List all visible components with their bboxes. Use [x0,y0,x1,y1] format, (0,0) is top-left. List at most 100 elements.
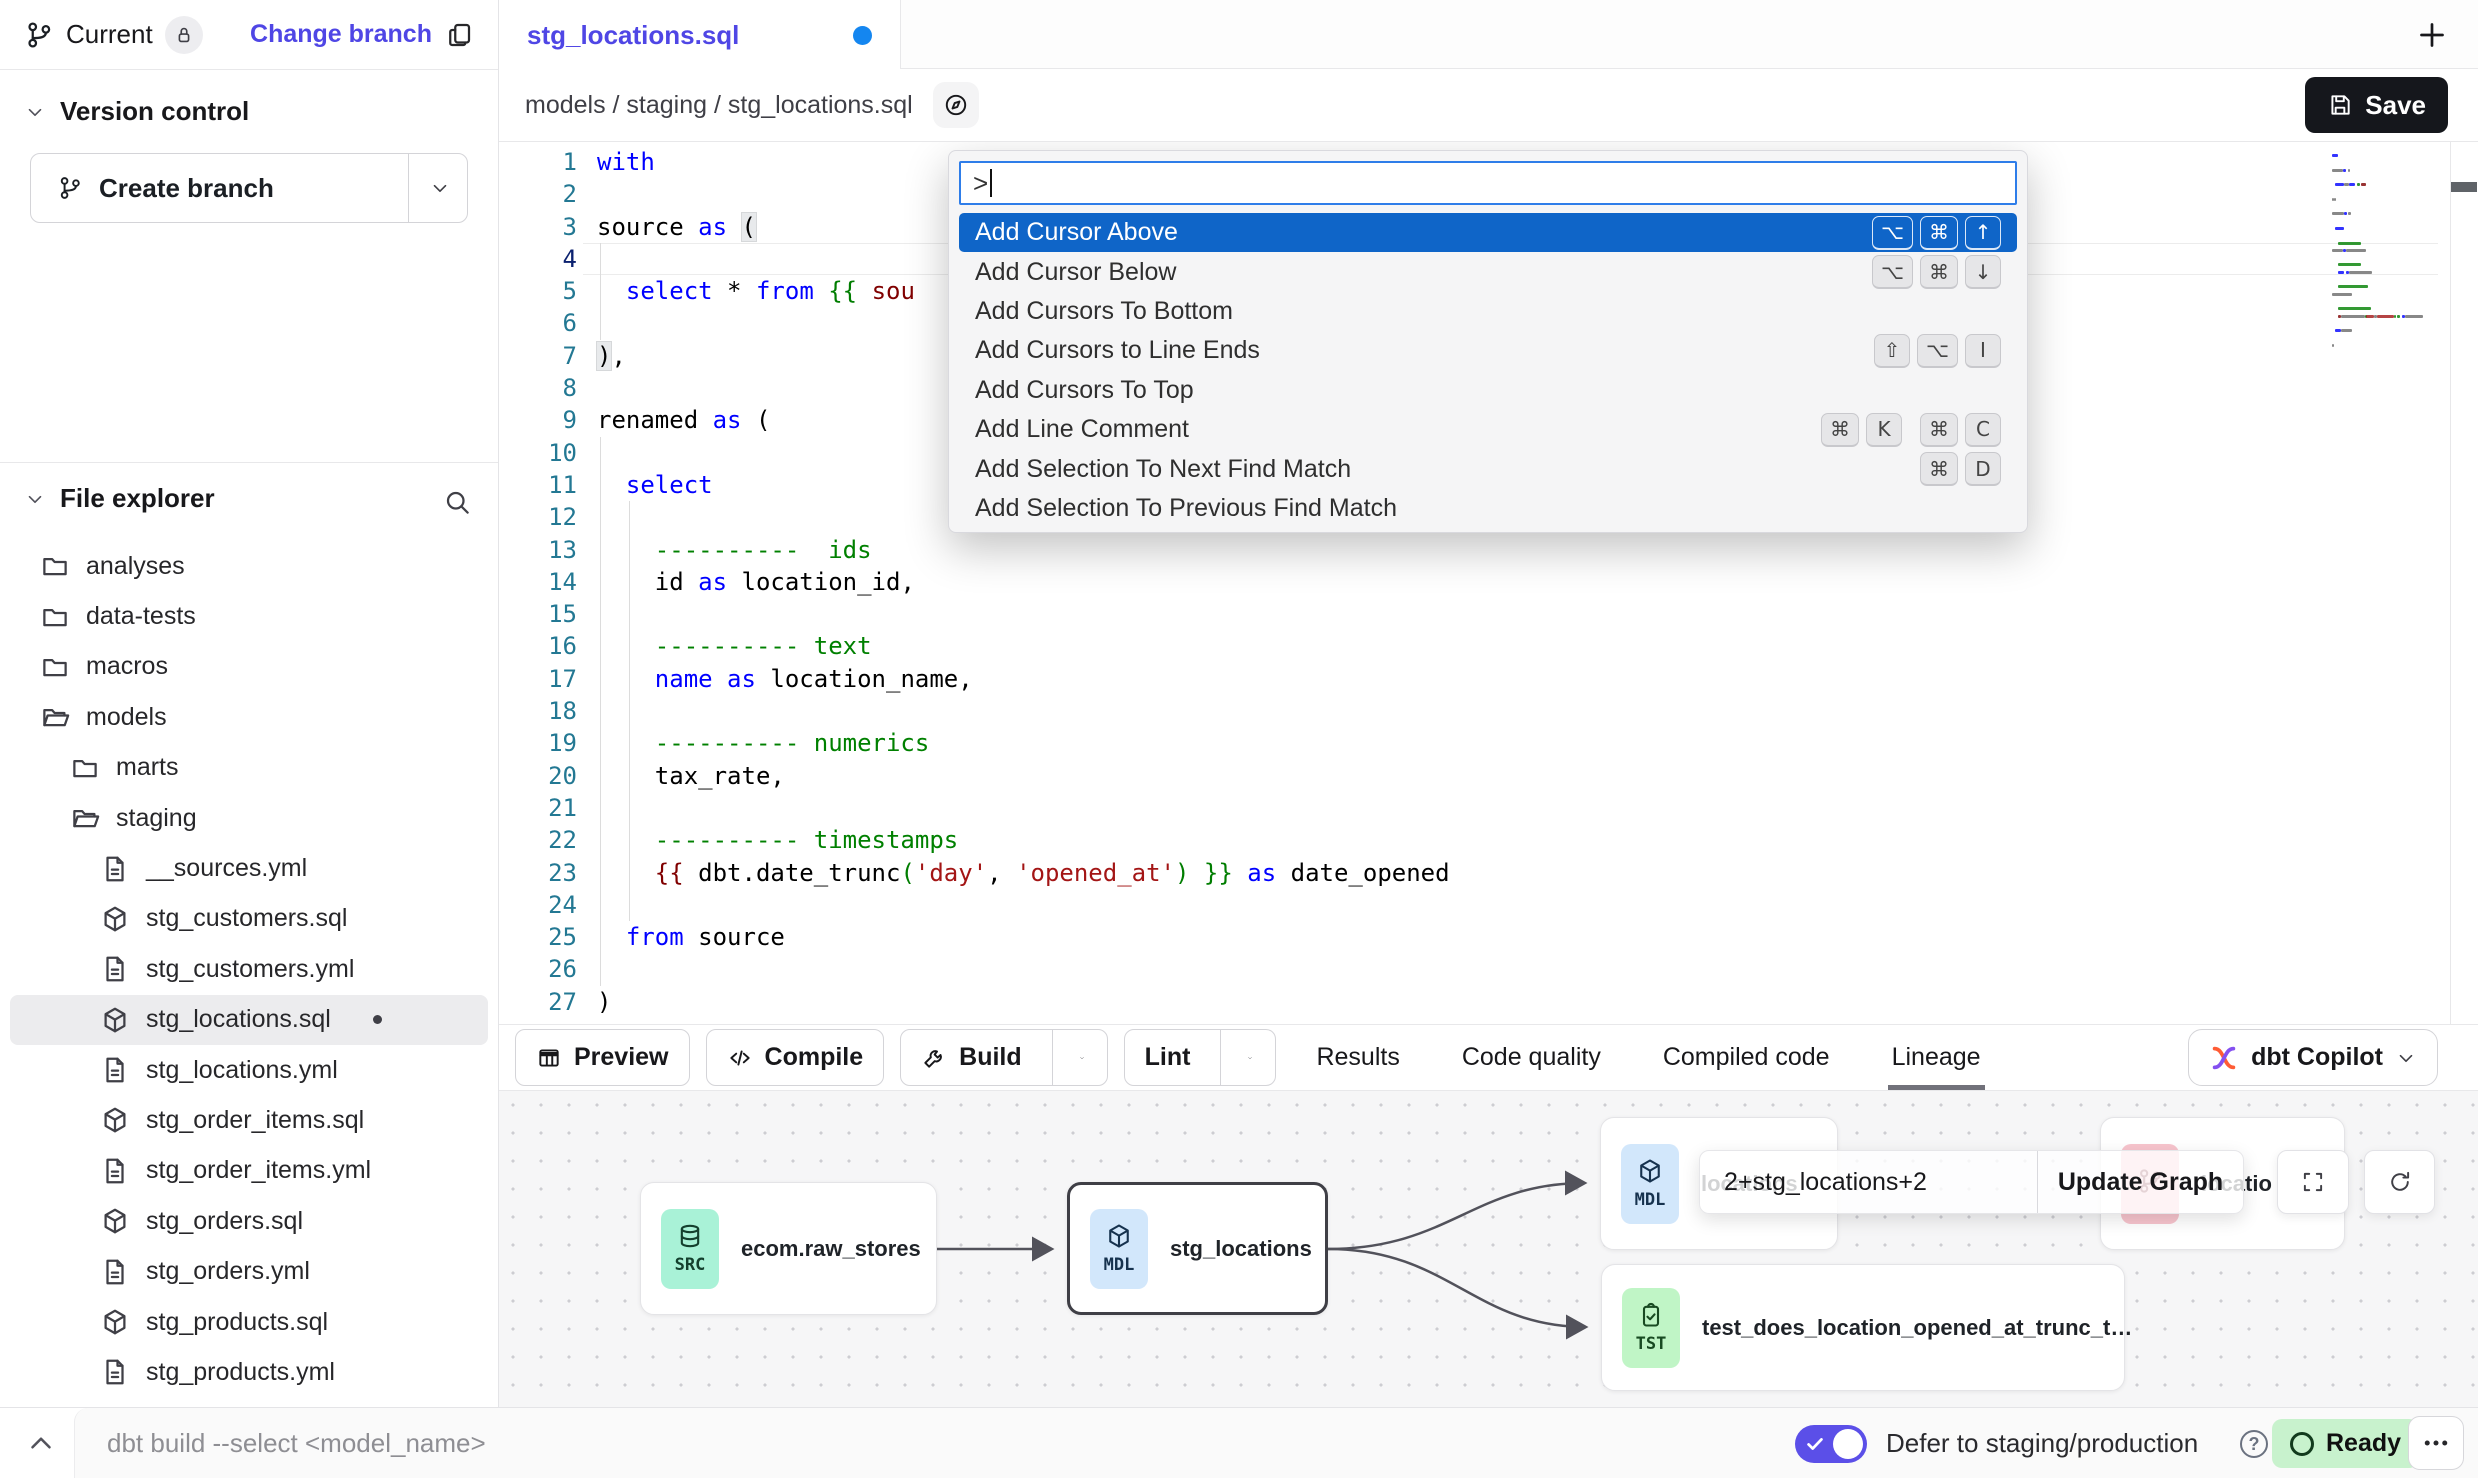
tab-results[interactable]: Results [1316,1025,1399,1090]
model-badge: MDL [1090,1209,1148,1289]
code-line: ---------- numerics [597,727,1450,759]
command-item[interactable]: Add Cursors To Top [959,371,2017,410]
line-number: 23 [499,857,577,889]
command-item[interactable]: Add Cursor Below ⌥⌘↓ [959,252,2017,291]
chevron-down-icon[interactable] [1065,1047,1087,1069]
file-row-analyses[interactable]: analyses [10,541,488,591]
lineage-canvas[interactable]: SRC ecom.raw_stores MDL stg_locations MD… [499,1091,2478,1407]
status-ring-icon [2290,1432,2314,1456]
search-icon[interactable] [442,487,472,517]
file-row-marts[interactable]: marts [10,743,488,793]
tab-compiled-code[interactable]: Compiled code [1663,1025,1830,1090]
file-row-stg_locations.sql[interactable]: stg_locations.sql [10,995,488,1045]
line-number: 5 [499,275,577,307]
overview-ruler[interactable] [2450,142,2478,1024]
copy-icon[interactable] [444,20,474,50]
defer-toggle[interactable] [1795,1425,1867,1463]
line-number: 19 [499,727,577,759]
fullscreen-button[interactable] [2277,1150,2349,1214]
code-editor[interactable]: 1234567891011121314151617181920212223242… [499,142,2478,1024]
line-number: 15 [499,598,577,630]
chevron-down-icon [24,101,46,123]
create-branch-button[interactable]: Create branch [30,153,468,223]
file-label: __sources.yml [146,854,307,883]
refresh-button[interactable] [2364,1150,2435,1214]
command-item[interactable]: Add Line Comment⌘K⌘C [959,410,2017,449]
file-row-staging[interactable]: staging [10,793,488,843]
code-line: {{ dbt.date_trunc('day', 'opened_at') }}… [597,857,1450,889]
button-label: Compile [765,1043,864,1072]
command-item[interactable]: Add Selection To Next Find Match⌘D [959,449,2017,488]
file-row-__sources.yml[interactable]: __sources.yml [10,843,488,893]
lint-button[interactable]: Lint [1124,1029,1277,1086]
minimap-line [2332,203,2428,210]
minimap[interactable] [2332,152,2428,349]
file-row-stg_orders.sql[interactable]: stg_orders.sql [10,1196,488,1246]
dbt-copilot-button[interactable]: dbt Copilot [2188,1029,2438,1086]
save-button[interactable]: Save [2305,77,2448,133]
code-line [597,953,1450,985]
file-row-stg_order_items.sql[interactable]: stg_order_items.sql [10,1095,488,1145]
command-palette-input[interactable]: > [959,161,2017,205]
file-label: stg_orders.yml [146,1257,310,1286]
button-label: Lint [1145,1043,1191,1072]
text-cursor [990,169,992,197]
command-item[interactable]: Add Cursors To Bottom [959,292,2017,331]
line-number: 17 [499,663,577,695]
chevron-down-icon[interactable] [1233,1047,1255,1069]
update-graph-button[interactable]: Update Graph [2038,1168,2243,1197]
lineage-selector-input[interactable]: 2+stg_locations+2 [1700,1151,2037,1213]
file-row-models[interactable]: models [10,692,488,742]
version-control-header[interactable]: Version control [0,96,498,127]
file-row-stg_order_items.yml[interactable]: stg_order_items.yml [10,1146,488,1196]
build-button[interactable]: Build [900,1029,1108,1086]
line-number: 25 [499,921,577,953]
file-label: models [86,703,167,732]
folder-open-icon [40,702,70,732]
file-explorer-section: File explorer analysesdata-testsmacros mo… [0,462,498,1407]
code-line [597,695,1450,727]
change-branch-link[interactable]: Change branch [250,20,432,49]
panel-toolbar: Preview Compile Build Lint Results Code qual… [499,1024,2478,1091]
editor-tab-stg-locations[interactable]: stg_locations.sql [499,0,901,70]
lineage-node-stg-locations[interactable]: MDL stg_locations [1067,1182,1328,1315]
more-options-button[interactable] [2408,1416,2464,1470]
compile-button[interactable]: Compile [706,1029,885,1086]
file-row-stg_orders.yml[interactable]: stg_orders.yml [10,1246,488,1296]
expand-command-bar-button[interactable] [24,1426,58,1460]
minimap-line [2332,240,2428,247]
cube-icon [1105,1222,1133,1250]
sidebar: Current Change branch Version control Cr… [0,0,499,1407]
file-row-stg_locations.yml[interactable]: stg_locations.yml [10,1045,488,1095]
file-explorer-header[interactable]: File explorer [0,483,498,514]
tab-code-quality[interactable]: Code quality [1462,1025,1601,1090]
tab-lineage[interactable]: Lineage [1892,1025,1981,1090]
file-row-macros[interactable]: macros [10,642,488,692]
file-row-stg_products.sql[interactable]: stg_products.sql [10,1297,488,1347]
file-row-stg_customers.yml[interactable]: stg_customers.yml [10,944,488,994]
keyboard-shortcut: ⌥⌘↓ [1872,255,2001,289]
folder-icon [40,652,70,682]
file-row-stg_customers.sql[interactable]: stg_customers.sql [10,894,488,944]
command-item[interactable]: Add Cursor Above⌥⌘↑ [959,213,2017,252]
command-label: Add Cursor Below [975,258,1176,287]
minimap-line [2332,254,2428,261]
preview-button[interactable]: Preview [515,1029,690,1086]
file-row-data-tests[interactable]: data-tests [10,591,488,641]
minimap-line [2332,210,2428,217]
navigate-button[interactable] [933,82,979,128]
command-item[interactable]: Add Cursors to Line Ends⇧⌥I [959,331,2017,370]
file-row-stg_products.yml[interactable]: stg_products.yml [10,1347,488,1397]
status-badge-ready[interactable]: Ready [2272,1419,2419,1468]
help-icon[interactable]: ? [2240,1430,2268,1458]
node-label: test_does_location_opened_at_trunc_t… [1702,1315,2132,1341]
lineage-node-test[interactable]: TST test_does_location_opened_at_trunc_t… [1601,1264,2125,1391]
keyboard-shortcut: ⌘K⌘C [1821,413,2001,447]
node-label: stg_locations [1170,1236,1312,1262]
new-tab-button[interactable] [2414,17,2450,53]
lineage-node-source[interactable]: SRC ecom.raw_stores [640,1182,937,1315]
chevron-down-icon [24,488,46,510]
command-item[interactable]: Add Selection To Previous Find Match [959,489,2017,528]
code-line: name as location_name, [597,663,1450,695]
chevron-down-icon[interactable] [429,177,451,199]
